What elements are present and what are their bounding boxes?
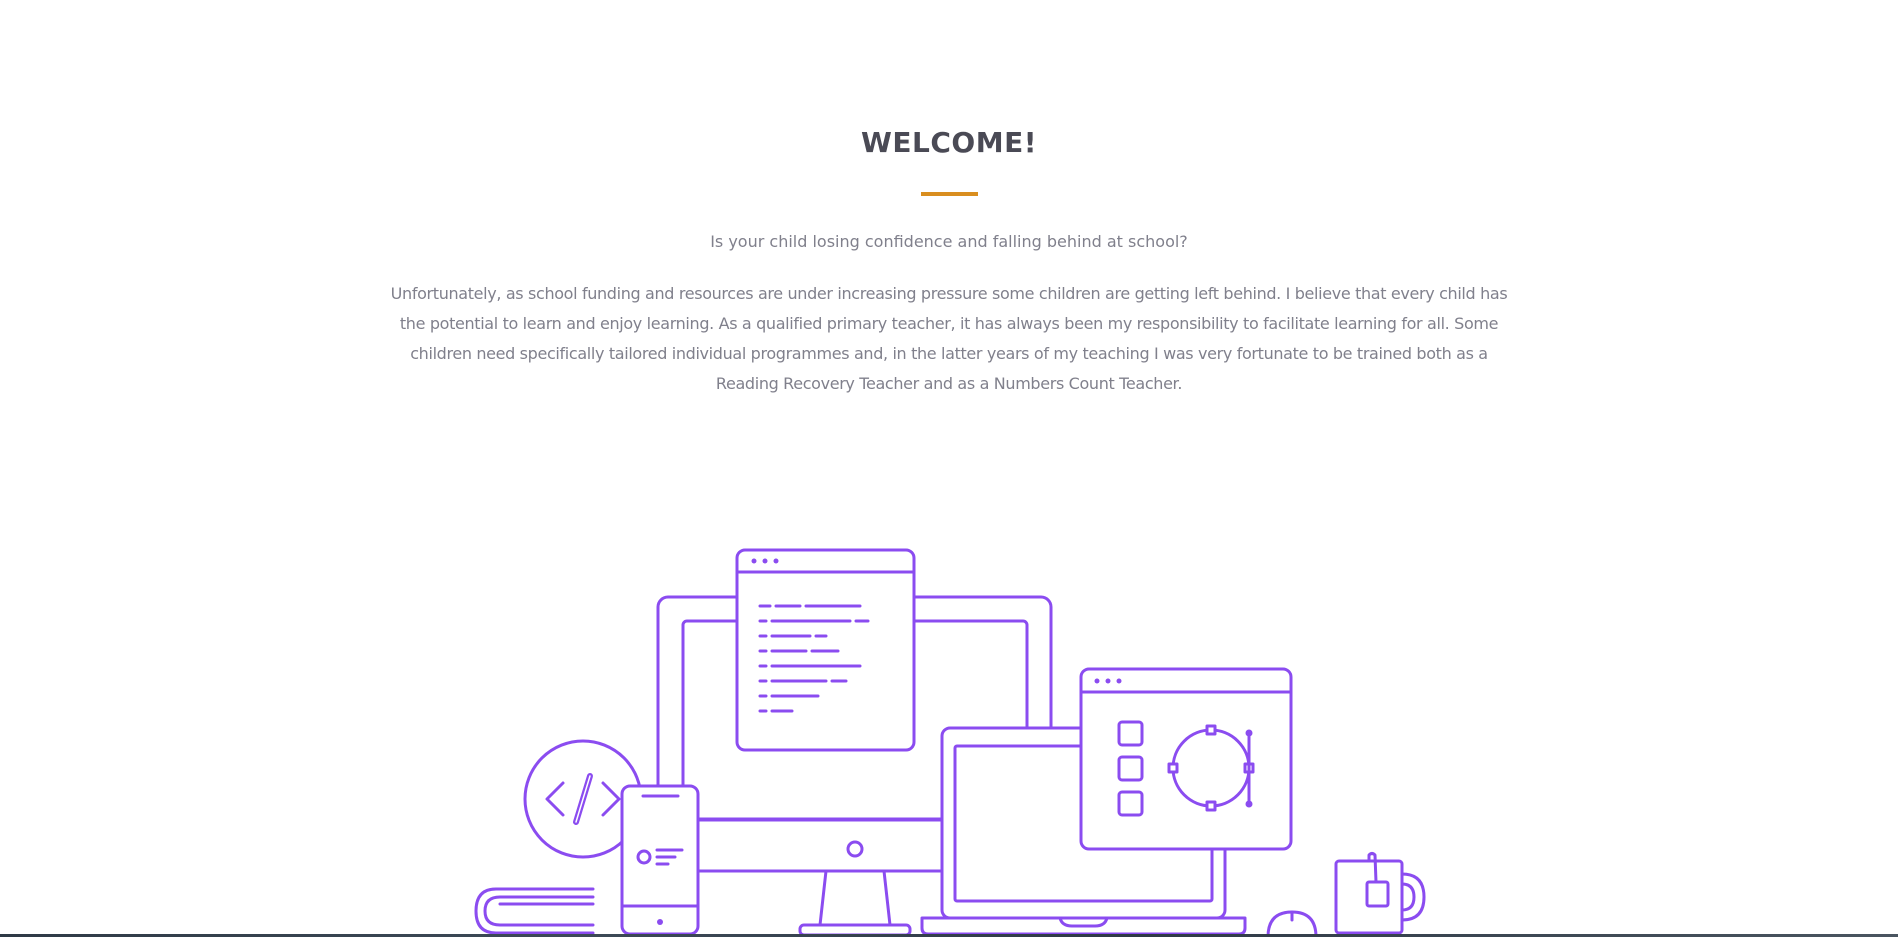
title-underline [921,192,978,196]
devices-illustration [474,548,1426,937]
code-window-icon [735,548,916,752]
design-window-icon [1079,667,1293,851]
mug-icon [1334,852,1426,935]
welcome-body: Unfortunately, as school funding and res… [390,284,1508,393]
phone-icon [620,784,700,936]
welcome-lead: Is your child losing confidence and fall… [710,232,1188,251]
book-icon [474,887,595,935]
welcome-title: WELCOME! [861,126,1037,159]
